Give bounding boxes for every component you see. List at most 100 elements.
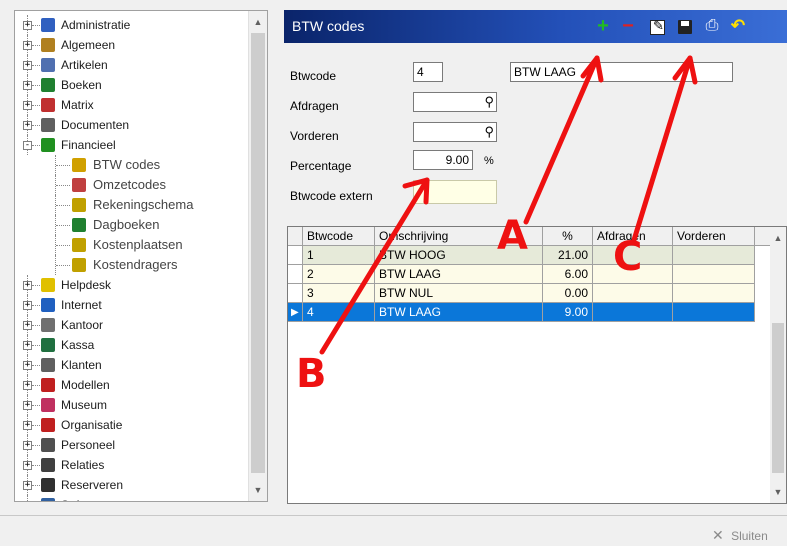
expander-icon[interactable]: + (23, 381, 32, 390)
vorderen-input[interactable]: ⚲ (413, 122, 497, 142)
tree-item[interactable]: Kostenplaatsen (15, 235, 247, 255)
expander-icon[interactable]: + (23, 81, 32, 90)
search-icon[interactable]: ⚲ (484, 94, 494, 110)
expander-icon[interactable]: + (23, 441, 32, 450)
tree-item[interactable]: Dagboeken (15, 215, 247, 235)
tree-item-label: Artikelen (61, 58, 108, 72)
tree-item[interactable]: + Relaties (15, 455, 247, 475)
scroll-down-icon[interactable]: ▼ (249, 481, 267, 499)
search-icon[interactable]: ⚲ (484, 124, 494, 140)
scroll-up-icon[interactable]: ▲ (249, 13, 267, 31)
cell-vorderen[interactable] (673, 284, 755, 303)
tree-item[interactable]: Rekeningschema (15, 195, 247, 215)
tree-item[interactable]: BTW codes (15, 155, 247, 175)
expander-icon[interactable]: - (23, 141, 32, 150)
expander-icon[interactable]: + (23, 21, 32, 30)
tree-scrollbar[interactable]: ▲ ▼ (248, 11, 267, 501)
tree-item-label: Helpdesk (61, 278, 112, 292)
expander-icon[interactable]: + (23, 101, 32, 110)
cell-omschrijving[interactable]: BTW NUL (375, 284, 543, 303)
tree-guide (32, 45, 40, 46)
tree-item[interactable]: + Helpdesk (15, 275, 247, 295)
cell-afdragen[interactable] (593, 303, 673, 322)
scroll-down-icon[interactable]: ▼ (770, 483, 786, 501)
tree-item[interactable]: + Documenten (15, 115, 247, 135)
cell-btwcode[interactable]: 3 (303, 284, 375, 303)
expander-icon[interactable]: + (23, 61, 32, 70)
expander-icon[interactable]: + (25, 501, 30, 502)
cell-percentage[interactable]: 21.00 (543, 246, 593, 265)
tree-item[interactable]: + Matrix (15, 95, 247, 115)
cell-vorderen[interactable] (673, 265, 755, 284)
cell-btwcode[interactable]: 1 (303, 246, 375, 265)
cell-omschrijving[interactable]: BTW LAAG (375, 265, 543, 284)
expander-icon[interactable]: + (23, 481, 32, 490)
grid-scroll-thumb[interactable] (772, 323, 784, 473)
header-btwcode[interactable]: Btwcode (303, 227, 375, 246)
tree-item[interactable]: + Internet (15, 295, 247, 315)
cell-btwcode[interactable]: 2 (303, 265, 375, 284)
grid-corner (288, 227, 303, 246)
percentage-input[interactable]: 9.00 (413, 150, 473, 170)
tree-item[interactable]: + Administratie (15, 15, 247, 35)
tree-item[interactable]: Kostendragers (15, 255, 247, 275)
tree-item-label: Algemeen (61, 38, 116, 52)
delete-button[interactable]: − (620, 16, 636, 36)
expander-icon[interactable]: + (23, 461, 32, 470)
tree-item[interactable]: + Software (15, 495, 247, 502)
print-button[interactable]: ⎙ (704, 18, 720, 34)
tree-item[interactable]: + Kantoor (15, 315, 247, 335)
header-vorderen[interactable]: Vorderen (673, 227, 755, 246)
vorderen-label: Vorderen (290, 129, 339, 143)
cell-vorderen[interactable] (673, 303, 755, 322)
tree-item-label: Klanten (61, 358, 102, 372)
tree-item[interactable]: + Organisatie (15, 415, 247, 435)
tree-item-label: Museum (61, 398, 108, 412)
close-button[interactable]: ✕ Sluiten (700, 525, 787, 545)
extern-input[interactable] (413, 180, 497, 204)
tree-item[interactable]: + Kassa (15, 335, 247, 355)
grid-scrollbar[interactable]: ▲ ▼ (770, 227, 786, 503)
afdragen-label: Afdragen (290, 99, 339, 113)
cell-percentage[interactable]: 0.00 (543, 284, 593, 303)
edit-button[interactable]: ✎ (650, 18, 665, 35)
tree-item[interactable]: + Reserveren (15, 475, 247, 495)
expander-icon[interactable]: + (23, 321, 32, 330)
expander-icon[interactable]: + (23, 121, 32, 130)
tree-item[interactable]: + Klanten (15, 355, 247, 375)
tree-scroll-thumb[interactable] (251, 33, 265, 473)
expander-icon[interactable]: + (23, 421, 32, 430)
tree-item[interactable]: + Artikelen (15, 55, 247, 75)
btw-grid[interactable]: Btwcode Omschrijving % Afdragen Vorderen… (287, 226, 787, 504)
expander-icon[interactable]: + (23, 341, 32, 350)
save-button[interactable] (678, 20, 692, 34)
tree-guide (32, 465, 40, 466)
cell-btwcode[interactable]: 4 (303, 303, 375, 322)
cell-percentage[interactable]: 9.00 (543, 303, 593, 322)
expander-icon[interactable]: + (23, 281, 32, 290)
btwcode-input[interactable]: 4 (413, 62, 443, 82)
tree-item[interactable]: + Museum (15, 395, 247, 415)
cell-vorderen[interactable] (673, 246, 755, 265)
scroll-up-icon[interactable]: ▲ (770, 229, 786, 247)
tree-item[interactable]: Omzetcodes (15, 175, 247, 195)
cell-omschrijving[interactable]: BTW LAAG (375, 303, 543, 322)
navigation-tree[interactable]: + Administratie + Algemeen + Artikelen + Boeken… (14, 10, 268, 502)
tree-item[interactable]: + Personeel (15, 435, 247, 455)
tree-item[interactable]: + Modellen (15, 375, 247, 395)
tree-guide (32, 105, 40, 106)
afdragen-input[interactable]: ⚲ (413, 92, 497, 112)
expander-icon[interactable]: + (23, 41, 32, 50)
description-input[interactable]: BTW LAAG (510, 62, 733, 82)
expander-icon[interactable]: + (23, 301, 32, 310)
expander-icon[interactable]: + (23, 361, 32, 370)
cell-percentage[interactable]: 6.00 (543, 265, 593, 284)
expander-icon[interactable]: + (23, 401, 32, 410)
add-button[interactable]: + (595, 16, 611, 36)
tree-item[interactable]: - Financieel (15, 135, 247, 155)
undo-button[interactable]: ↶ (730, 17, 746, 34)
header-percentage[interactable]: % (543, 227, 593, 246)
cell-afdragen[interactable] (593, 284, 673, 303)
tree-item[interactable]: + Boeken (15, 75, 247, 95)
tree-item[interactable]: + Algemeen (15, 35, 247, 55)
